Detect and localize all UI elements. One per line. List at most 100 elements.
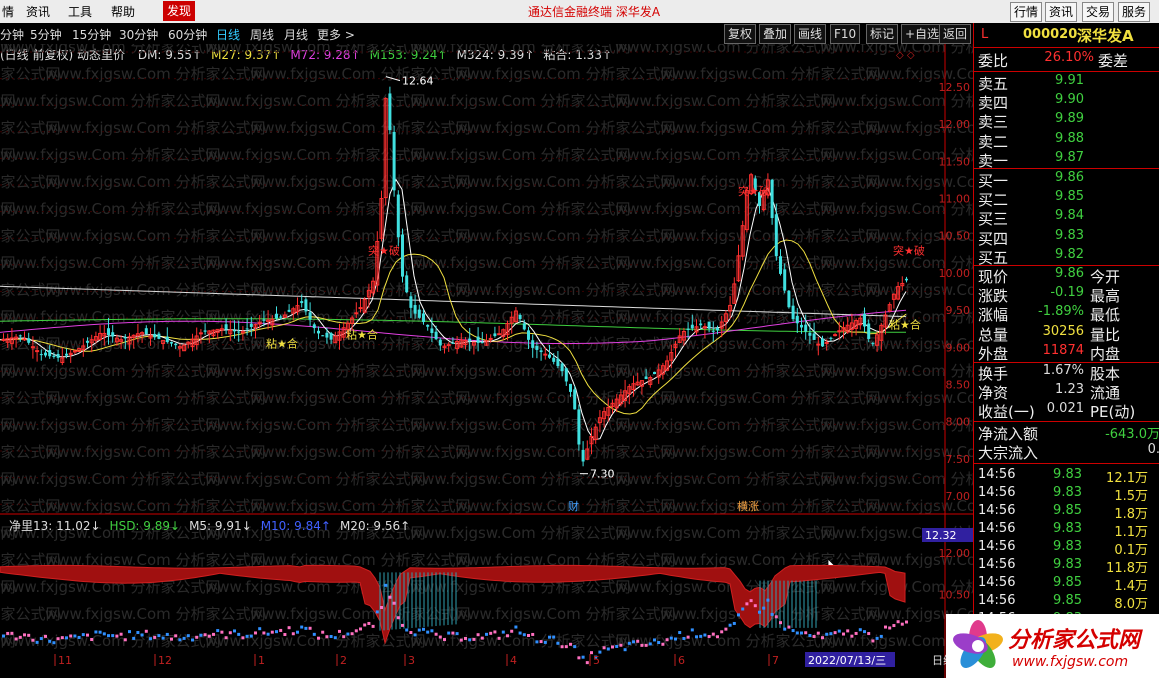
volume-bar: [674, 637, 677, 641]
news-button[interactable]: 资讯: [1045, 2, 1078, 22]
trade-button[interactable]: 交易: [1082, 2, 1115, 22]
candle-body: [312, 324, 316, 329]
adjust-button[interactable]: 复权: [724, 24, 757, 44]
volume-bar: [896, 620, 900, 624]
menu-discover[interactable]: 发现: [163, 1, 196, 21]
overlay-button[interactable]: 叠加: [759, 24, 792, 44]
menu-tools[interactable]: 工具: [68, 3, 92, 20]
ask-row-value: 9.89: [1055, 111, 1084, 127]
period-weekly[interactable]: 周线: [250, 26, 274, 43]
period-30min[interactable]: 30分钟: [119, 26, 158, 43]
add-watchlist-button[interactable]: +自选: [901, 24, 944, 44]
menu-news[interactable]: 资讯: [26, 3, 50, 20]
tick-price: 9.83: [1053, 557, 1082, 572]
back-button[interactable]: 返回: [939, 24, 972, 44]
candle-body: [653, 371, 656, 375]
period-15min[interactable]: 15分钟: [72, 26, 111, 43]
mark-button[interactable]: 标记: [866, 24, 899, 44]
volume-bar: [384, 583, 388, 587]
volume-bar: [892, 624, 896, 628]
period-60min[interactable]: 60分钟: [168, 26, 207, 43]
candle-body: [905, 278, 908, 281]
draw-button[interactable]: 画线: [794, 24, 827, 44]
service-button[interactable]: 服务: [1118, 2, 1151, 22]
volume-bar: [539, 640, 543, 644]
candle-body: [27, 338, 31, 343]
period-5min[interactable]: 5分钟: [30, 26, 62, 43]
stat-row: 现价 9.86 今开: [978, 266, 1120, 286]
candle-body: [573, 389, 577, 410]
volume-bar: [774, 615, 778, 619]
volume-bar: [207, 634, 211, 638]
period-daily[interactable]: 日线: [216, 26, 240, 43]
kline-chart[interactable]: www.fxjgsw.Com 分析家公式网 www.fxjgsw.Com 分析家公…: [0, 44, 973, 678]
volume-bar: [825, 632, 829, 636]
volume-bar: [233, 629, 236, 633]
period-1min[interactable]: 分钟: [0, 26, 24, 43]
signal-mark: 突★破: [738, 184, 770, 198]
watermark-text: www.fxjgsw.Com 分析家公式网: [615, 470, 836, 488]
volume-bar: [577, 656, 581, 660]
volume-bar: [144, 629, 148, 633]
candle-body: [308, 312, 312, 320]
watermark-text: www.fxjgsw.Com 分析家公式网: [410, 44, 631, 56]
tick-row: 14:56 9.83 12.1万: [978, 467, 1148, 486]
volume-bar: [527, 634, 530, 638]
stat2-row-label2: 股本: [1090, 365, 1121, 383]
volume-bar: [728, 623, 732, 627]
tick-time: 14:56: [978, 485, 1016, 500]
period-monthly[interactable]: 月线: [284, 26, 308, 43]
volume-bar: [153, 635, 157, 639]
candle-body: [808, 332, 812, 336]
f10-button[interactable]: F10: [830, 24, 861, 44]
volume-bar: [132, 636, 136, 640]
period-more[interactable]: 更多 >: [317, 26, 355, 43]
volume-bar: [518, 631, 522, 635]
candle-body: [409, 296, 413, 308]
volume-bar: [308, 626, 312, 630]
volume-bar: [569, 642, 572, 646]
ask-row-label: 卖五: [978, 75, 1009, 93]
candle-body: [560, 363, 564, 372]
volume-bar: [783, 627, 787, 631]
stat2-row-label2: 流通: [1090, 384, 1121, 403]
stat2-row-label: 换手: [978, 365, 1009, 383]
quote-button[interactable]: 行情: [1010, 2, 1043, 22]
volume-bar: [417, 628, 421, 632]
volume-bar: [858, 628, 862, 632]
volume-bar: [123, 638, 127, 642]
stat2-row: 换手 1.67% 股本: [978, 363, 1120, 383]
candle-body: [358, 307, 363, 310]
candle-body: [304, 299, 308, 312]
price-tick: 7.50: [946, 453, 971, 466]
volume-bar: [18, 635, 22, 639]
candle-body: [699, 323, 703, 326]
volume-bar: [699, 634, 703, 638]
bid-row-value: 9.82: [1055, 246, 1084, 262]
volume-bar: [669, 636, 673, 640]
volume-bar: [191, 638, 194, 642]
tick-price: 9.85: [1053, 503, 1082, 518]
volume-bar: [787, 625, 791, 629]
volume-bar: [850, 634, 854, 638]
flow-row: 大宗流入 0.: [978, 442, 1159, 462]
tick-time: 14:56: [978, 503, 1016, 518]
candle-body: [434, 331, 438, 340]
candle-body: [325, 332, 329, 338]
volume-bar: [745, 602, 749, 606]
ask-row: 卖二 9.88: [978, 131, 1084, 151]
menu-quote[interactable]: 情: [2, 3, 14, 20]
watermark-text: www.fxjgsw.Com 分析家公式网: [455, 173, 676, 191]
volume-bar: [94, 630, 98, 634]
candle-body: [237, 331, 241, 333]
volume-bar: [535, 640, 539, 644]
candle-body: [203, 330, 207, 332]
menu-help[interactable]: 帮助: [111, 3, 135, 20]
watermark-text: www.fxjgsw.Com 分析家公式网: [250, 443, 471, 461]
watermark-text: www.fxjgsw.Com 分析家公式网: [45, 65, 266, 83]
volume-bar: [119, 632, 123, 636]
candle-body: [476, 336, 480, 343]
volume-bar: [241, 636, 245, 640]
volume-bar: [333, 636, 337, 640]
volume-bar: [510, 629, 514, 633]
